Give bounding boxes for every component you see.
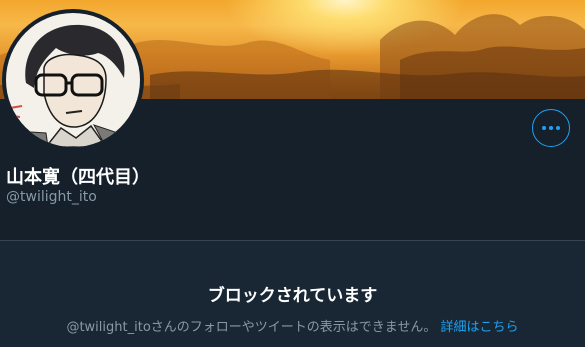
blocked-title: ブロックされています: [207, 286, 378, 306]
avatar-illustration: [6, 13, 140, 147]
blocked-description-text: @twilight_itoさんのフォローやツイートの表示はできません。: [66, 320, 437, 335]
profile-display-name: 山本寛（四代目）: [6, 167, 150, 188]
profile-handle: @twilight_ito: [6, 189, 97, 205]
more-horizontal-icon: [542, 126, 560, 130]
blocked-description: @twilight_itoさんのフォローやツイートの表示はできません。 詳細はこ…: [0, 316, 585, 335]
more-options-button[interactable]: [532, 109, 570, 147]
learn-more-link[interactable]: 詳細はこちら: [441, 320, 519, 335]
profile-avatar[interactable]: [2, 9, 144, 151]
